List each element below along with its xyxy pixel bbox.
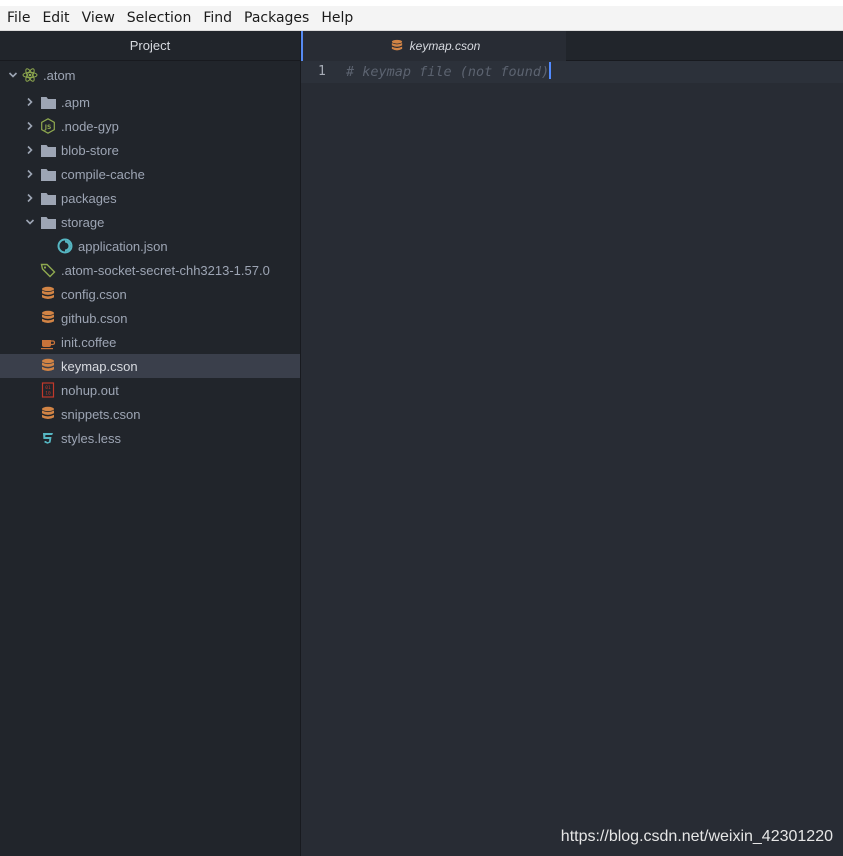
atom-icon (22, 67, 38, 83)
tree-item-label: snippets.cson (61, 406, 141, 422)
tree-folder-node-gyp[interactable]: JS .node-gyp (0, 114, 300, 138)
tree-item-label: packages (61, 190, 117, 206)
chevron-right-icon[interactable] (24, 145, 36, 155)
tree-folder-storage[interactable]: storage (0, 210, 300, 234)
tree-folder-packages[interactable]: packages (0, 186, 300, 210)
tree-item-label: storage (61, 214, 105, 230)
json-icon (57, 238, 73, 254)
tree-folder-compile-cache[interactable]: compile-cache (0, 162, 300, 186)
tab-title: keymap.cson (409, 39, 481, 53)
tree-item-label: keymap.cson (61, 358, 138, 374)
menu-selection[interactable]: Selection (121, 6, 198, 31)
folder-icon (40, 142, 56, 158)
chevron-right-icon[interactable] (24, 97, 36, 107)
tree-item-label: .node-gyp (61, 118, 119, 134)
chevron-right-icon[interactable] (24, 193, 36, 203)
folder-icon (40, 190, 56, 206)
chevron-right-icon[interactable] (24, 121, 36, 131)
code-line[interactable]: # keymap file (not found) (346, 62, 552, 82)
tree-file-keymap-cson[interactable]: keymap.cson (0, 354, 300, 378)
menu-view[interactable]: View (76, 6, 121, 31)
menu-edit[interactable]: Edit (36, 6, 75, 31)
menu-help[interactable]: Help (315, 6, 359, 31)
menu-bar: File Edit View Selection Find Packages H… (0, 6, 843, 31)
folder-icon (40, 94, 56, 110)
tree-view[interactable]: Project .atom .apm JS .node-gyp blob-sto… (0, 31, 301, 856)
text-editor[interactable]: keymap.cson 1 # keymap file (not found) (301, 31, 843, 856)
database-icon (40, 286, 56, 302)
tree-file-github-cson[interactable]: github.cson (0, 306, 300, 330)
tree-file-init-coffee[interactable]: init.coffee (0, 330, 300, 354)
tree-file-snippets-cson[interactable]: snippets.cson (0, 402, 300, 426)
svg-text:01: 01 (45, 385, 51, 391)
tree-item-label: blob-store (61, 142, 119, 158)
menu-find[interactable]: Find (197, 6, 238, 31)
database-icon (40, 310, 56, 326)
tree-file-nohup-out[interactable]: 01 10 nohup.out (0, 378, 300, 402)
tree-root-atom[interactable]: .atom (0, 63, 300, 87)
tree-file-config-cson[interactable]: config.cson (0, 282, 300, 306)
database-icon (40, 358, 56, 374)
tree-item-label: styles.less (61, 430, 121, 446)
binary-icon: 01 10 (40, 382, 56, 398)
watermark: https://blog.csdn.net/weixin_42301220 (560, 828, 833, 845)
coffee-icon (40, 334, 56, 350)
tree-file-styles-less[interactable]: styles.less (0, 426, 300, 450)
tab-bar: keymap.cson (301, 31, 843, 61)
tree-folder-blob-store[interactable]: blob-store (0, 138, 300, 162)
chevron-right-icon[interactable] (24, 169, 36, 179)
database-icon (40, 406, 56, 422)
tree-item-label: github.cson (61, 310, 128, 326)
tree-folder-apm[interactable]: .apm (0, 90, 300, 114)
css-icon (40, 430, 56, 446)
tree-item-label: compile-cache (61, 166, 145, 182)
svg-text:10: 10 (45, 391, 51, 397)
text-cursor (549, 62, 552, 79)
tree-item-label: config.cson (61, 286, 127, 302)
tree-item-label: nohup.out (61, 382, 119, 398)
line-number: 1 (318, 64, 326, 79)
nodejs-icon: JS (40, 118, 56, 134)
chevron-down-icon[interactable] (24, 217, 36, 227)
tree-item-label: .atom (43, 67, 76, 83)
database-icon (389, 38, 405, 54)
folder-open-icon (40, 214, 56, 230)
tree-item-label: .atom-socket-secret-chh3213-1.57.0 (61, 262, 270, 278)
menu-packages[interactable]: Packages (238, 6, 315, 31)
chevron-down-icon[interactable] (7, 70, 19, 80)
tree-file-application-json[interactable]: application.json (0, 234, 300, 258)
folder-icon (40, 166, 56, 182)
tag-icon (40, 262, 56, 278)
tree-item-label: application.json (78, 238, 168, 254)
tree-view-header[interactable]: Project (0, 31, 300, 61)
tree-item-label: init.coffee (61, 334, 117, 350)
tree-file-atom-socket-secret[interactable]: .atom-socket-secret-chh3213-1.57.0 (0, 258, 300, 282)
menu-file[interactable]: File (0, 6, 36, 31)
code-comment: # keymap file (not found) (346, 64, 550, 80)
tab-keymap-cson[interactable]: keymap.cson (301, 31, 566, 61)
svg-text:JS: JS (44, 124, 52, 131)
tree-item-label: .apm (61, 94, 90, 110)
